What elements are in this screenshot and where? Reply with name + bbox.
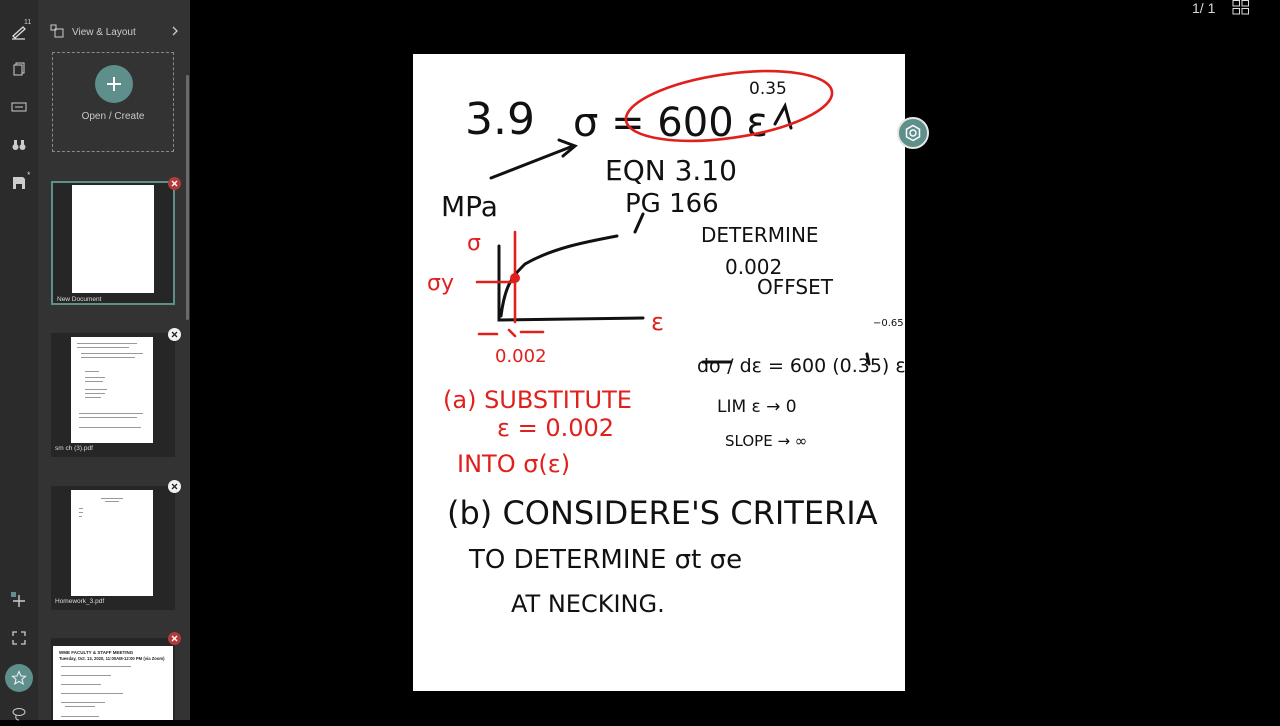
- derivative-expression: dσ / dε = 600 (0.35) ε: [697, 355, 905, 377]
- document-card-new-document[interactable]: New Document: [51, 181, 175, 305]
- arrow-line: [489, 144, 575, 180]
- open-create-label: Open / Create: [81, 111, 145, 122]
- layout-icon: [50, 24, 64, 38]
- part-a-line2: ε = 0.002: [497, 414, 614, 442]
- favorites-button[interactable]: [5, 664, 33, 692]
- close-document-button[interactable]: [168, 328, 181, 341]
- sigma-axis-label: σ: [467, 231, 481, 256]
- document-thumbnail: [71, 337, 153, 443]
- save-icon: [13, 177, 25, 189]
- add-tool-icon: [11, 592, 25, 607]
- thumbnail-subtitle: Tuesday, Oct. 13, 2020, 11:00AM-12:00 PM…: [59, 656, 165, 661]
- slope-expression: SLOPE → ∞: [725, 432, 807, 450]
- note-page[interactable]: 3.9 σ = 600 ε 0.35 MPa EQN 3.10 PG 166 D…: [413, 54, 905, 691]
- grid-icon: [1232, 0, 1249, 15]
- graph-axes: [497, 244, 645, 322]
- copy-pages-icon: [13, 62, 25, 76]
- view-layout-label: View & Layout: [72, 27, 136, 38]
- page-count: 1/ 1: [1192, 0, 1216, 16]
- add-tool-button[interactable]: [7, 588, 31, 612]
- document-thumbnail: WME FACULTY & STAFF MEETING Tuesday, Oct…: [53, 646, 173, 720]
- plus-circle-icon: [95, 65, 133, 103]
- keyboard-button[interactable]: [7, 95, 31, 119]
- document-card-sm-ch[interactable]: sm ch (3).pdf: [51, 333, 175, 457]
- close-icon: [171, 180, 178, 187]
- determine-label: DETERMINE: [701, 223, 819, 247]
- pen-icon: [12, 26, 26, 40]
- document-card-meeting[interactable]: WME FACULTY & STAFF MEETING Tuesday, Oct…: [51, 638, 175, 720]
- lasso-button[interactable]: [7, 702, 31, 726]
- document-card-homework-3[interactable]: Homework_3.pdf: [51, 486, 175, 610]
- hexagon-settings-icon: [905, 124, 921, 142]
- equation-exponent: 0.35: [749, 79, 787, 99]
- chevron-right-icon: [172, 26, 178, 36]
- pen-badge: 11: [24, 19, 32, 26]
- pages-button[interactable]: [7, 57, 31, 81]
- eqn-reference: EQN 3.10: [605, 154, 737, 187]
- document-panel: View & Layout Open / Create New Document: [38, 0, 190, 720]
- star-icon: [11, 670, 27, 686]
- left-toolbar: 11 *: [0, 0, 39, 721]
- small-arrow: [865, 352, 871, 366]
- document-thumbnail: [71, 490, 153, 596]
- part-b-line3: AT NECKING.: [511, 590, 665, 618]
- panel-scrollbar[interactable]: [186, 75, 189, 320]
- part-a-line1: (a) SUBSTITUTE: [443, 386, 632, 414]
- find-button[interactable]: [7, 133, 31, 157]
- unsaved-marker: *: [27, 170, 31, 180]
- close-icon: [171, 483, 178, 490]
- open-create-button[interactable]: Open / Create: [52, 52, 174, 152]
- page-reference: PG 166: [625, 189, 719, 219]
- part-a-line3: INTO σ(ε): [457, 450, 570, 478]
- binoculars-icon: [12, 140, 26, 150]
- limit-expression: LIM ε → 0: [717, 397, 797, 417]
- yield-point: [510, 273, 520, 283]
- view-layout-header[interactable]: View & Layout: [38, 0, 190, 50]
- red-ink: σ σy ε 0.002 (a) SUBSTITUTE ε = 0.002 IN…: [427, 231, 664, 478]
- page-grid-button[interactable]: [1232, 0, 1250, 15]
- fullscreen-icon: [12, 631, 26, 645]
- problem-number: 3.9: [465, 94, 535, 145]
- thumbnail-title: WME FACULTY & STAFF MEETING: [59, 650, 134, 655]
- epsilon-axis-label: ε: [651, 308, 664, 336]
- determine-offset: OFFSET: [757, 275, 834, 299]
- close-icon: [171, 635, 178, 642]
- document-name: sm ch (3).pdf: [55, 445, 93, 452]
- close-icon: [171, 331, 178, 338]
- close-document-button[interactable]: [168, 632, 181, 645]
- part-b-line2: TO DETERMINE σt σe: [468, 545, 742, 575]
- floating-tool-button[interactable]: [897, 117, 929, 149]
- derivative-exponent: −0.65: [873, 318, 904, 329]
- document-name: New Document: [57, 296, 102, 303]
- offset-arrows: [477, 328, 545, 338]
- close-document-button[interactable]: [168, 480, 181, 493]
- close-document-button[interactable]: [168, 177, 181, 190]
- unit-label: MPa: [441, 190, 498, 223]
- part-b-line1: (b) CONSIDERE'S CRITERIA: [447, 494, 878, 532]
- keyboard-icon: [11, 102, 27, 112]
- offset-label: 0.002: [495, 346, 547, 367]
- document-name: Homework_3.pdf: [55, 598, 105, 605]
- sigma-y-label: σy: [427, 271, 454, 296]
- handwriting-layer: 3.9 σ = 600 ε 0.35 MPa EQN 3.10 PG 166 D…: [427, 69, 905, 618]
- fullscreen-button[interactable]: [7, 626, 31, 650]
- document-thumbnail: [72, 185, 154, 293]
